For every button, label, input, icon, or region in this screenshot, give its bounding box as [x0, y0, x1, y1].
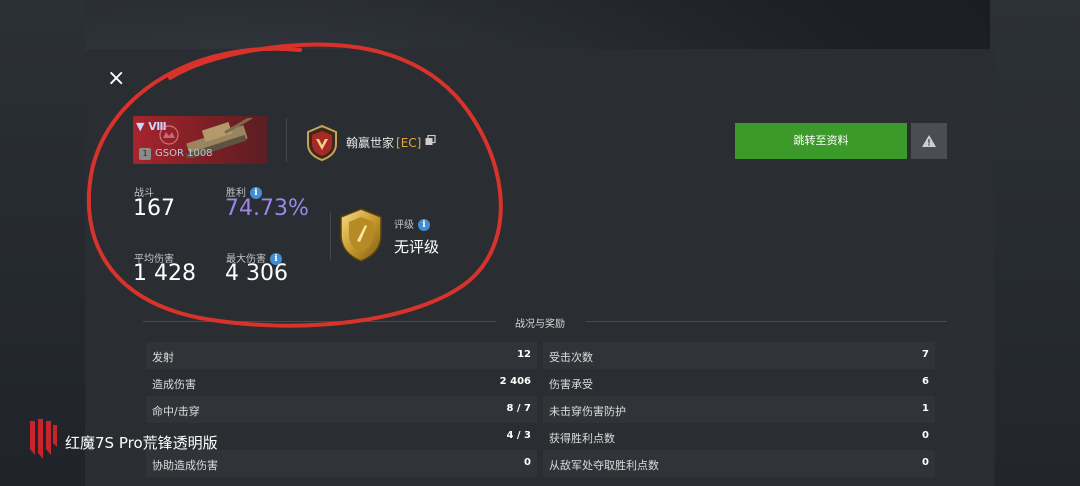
rating-label-row: 评级 i	[394, 216, 430, 231]
row-label: 受击次数	[549, 351, 593, 364]
row-value: 2 406	[499, 376, 531, 387]
table-row: 发射 12	[146, 342, 537, 369]
report-button[interactable]	[911, 123, 947, 159]
row-label: 从敌军处夺取胜利点数	[549, 459, 659, 472]
table-row: 伤害承受 6	[543, 369, 935, 396]
row-label: 未击穿伤害防护	[549, 405, 626, 418]
clan-tag[interactable]: [EC]	[396, 136, 421, 150]
row-value: 4 / 3	[506, 430, 531, 441]
background-right	[990, 0, 1080, 486]
row-label: 造成伤害	[152, 378, 196, 391]
row-value: 0	[922, 430, 929, 441]
row-value: 7	[922, 349, 929, 360]
row-value: 8 / 7	[506, 403, 531, 414]
winrate-value: 74.73%	[225, 196, 309, 221]
row-label: 伤害承受	[549, 378, 593, 391]
table-row: 未击穿伤害防护 1	[543, 396, 935, 423]
row-label: 协助造成伤害	[152, 459, 218, 472]
vehicle-card[interactable]: ▼ Ⅷ 1 GSOR 1008	[133, 116, 267, 164]
table-row: 从敌军处夺取胜利点数 0	[543, 450, 935, 477]
clan-badge-icon	[307, 124, 337, 162]
vehicle-name: GSOR 1008	[155, 148, 213, 159]
table-row: 命中/击穿 8 / 7	[146, 396, 537, 423]
table-row: 受击次数 7	[543, 342, 935, 369]
info-icon[interactable]: i	[418, 219, 430, 231]
rating-value: 无评级	[394, 238, 440, 256]
divider	[286, 118, 287, 162]
section-divider-right	[586, 321, 947, 322]
row-label: 获得胜利点数	[549, 432, 615, 445]
row-value: 1	[922, 403, 929, 414]
battles-value: 167	[133, 196, 175, 221]
table-row: 造成伤害 2 406	[146, 369, 537, 396]
goto-profile-button[interactable]: 跳转至资料	[735, 123, 907, 159]
player-name-text: 翰赢世家	[346, 136, 395, 150]
table-row: 协助造成伤害 0	[146, 450, 537, 477]
rating-badge-icon	[340, 208, 382, 262]
vehicle-level-badge: 1	[139, 148, 151, 160]
rating-label: 评级	[394, 220, 414, 231]
max-damage-value: 4 306	[225, 261, 288, 286]
divider	[330, 212, 331, 260]
section-title: 战况与奖励	[515, 319, 565, 330]
row-value: 0	[922, 457, 929, 468]
warning-icon	[922, 135, 936, 147]
row-value: 6	[922, 376, 929, 387]
player-name: 翰赢世家 [EC]	[346, 134, 421, 151]
redmagic-logo-icon	[30, 419, 57, 459]
row-label: 发射	[152, 351, 174, 364]
row-label: 命中/击穿	[152, 405, 200, 418]
close-icon[interactable]: ×	[107, 68, 125, 90]
row-value: 12	[517, 349, 531, 360]
background-left	[0, 0, 85, 486]
device-watermark: 红魔7S Pro荒锋透明版	[65, 434, 218, 452]
copy-icon[interactable]	[425, 135, 436, 146]
row-value: 0	[524, 457, 531, 468]
table-row: 获得胜利点数 0	[543, 423, 935, 450]
avg-damage-value: 1 428	[133, 261, 196, 286]
